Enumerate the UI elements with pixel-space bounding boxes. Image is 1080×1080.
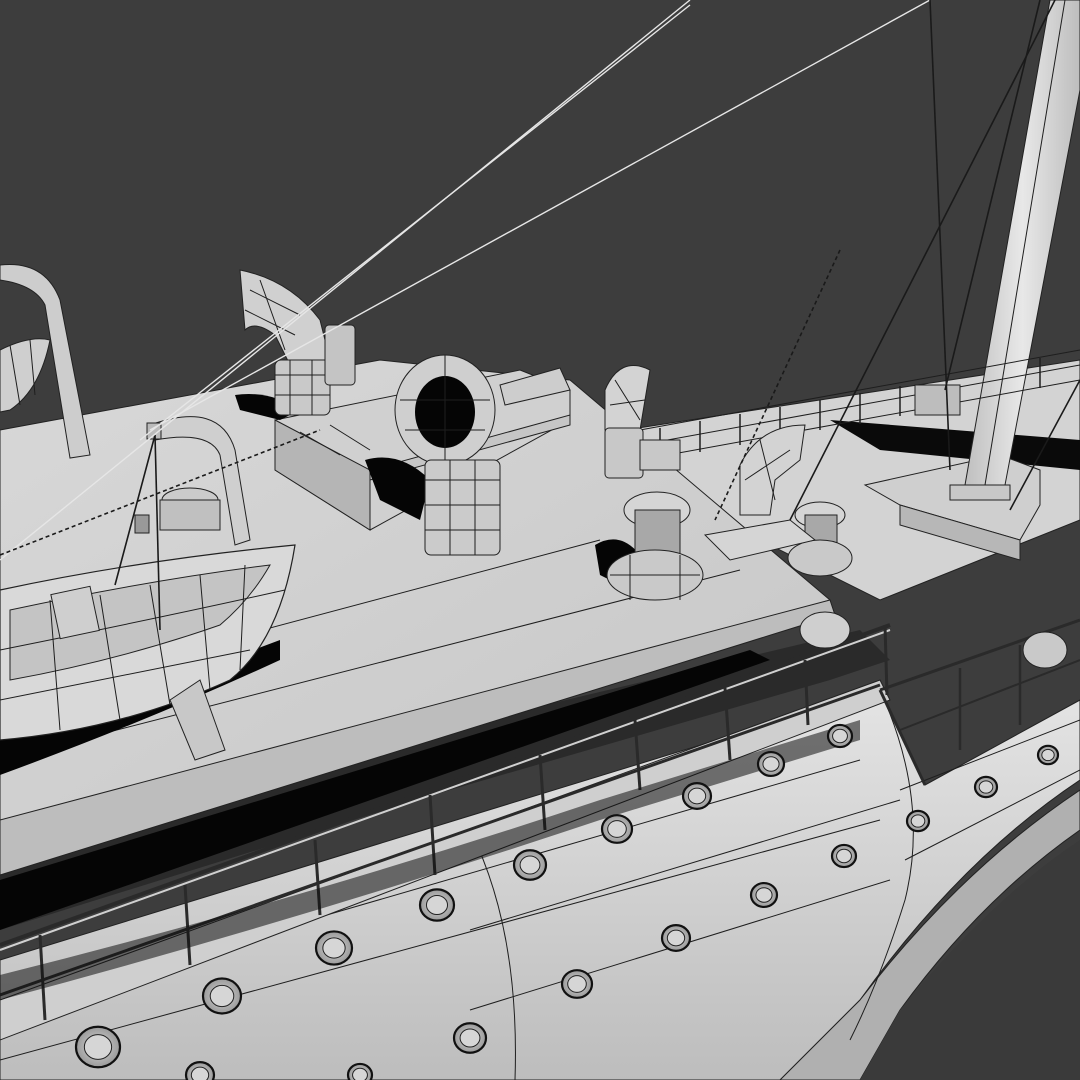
deck-box	[159, 487, 221, 531]
porthole-glass	[607, 820, 627, 838]
porthole-glass	[190, 1066, 210, 1080]
porthole-glass	[209, 984, 235, 1008]
porthole-glass	[519, 855, 541, 875]
porthole-glass	[910, 814, 926, 828]
porthole-glass	[567, 975, 587, 993]
porthole-glass	[459, 1028, 481, 1048]
ship-scene	[0, 0, 1080, 1080]
porthole-glass	[832, 728, 848, 744]
porthole-glass	[666, 929, 686, 947]
porthole-glass	[1041, 748, 1055, 762]
porthole-glass	[836, 848, 852, 864]
porthole-glass	[425, 894, 449, 916]
porthole-glass	[978, 780, 994, 794]
porthole-glass	[322, 937, 346, 959]
render-viewport	[0, 0, 1080, 1080]
porthole-glass	[352, 1067, 368, 1080]
porthole-glass	[83, 1034, 113, 1060]
porthole-glass	[755, 887, 773, 903]
porthole-glass	[762, 756, 780, 772]
porthole-glass	[687, 787, 707, 805]
